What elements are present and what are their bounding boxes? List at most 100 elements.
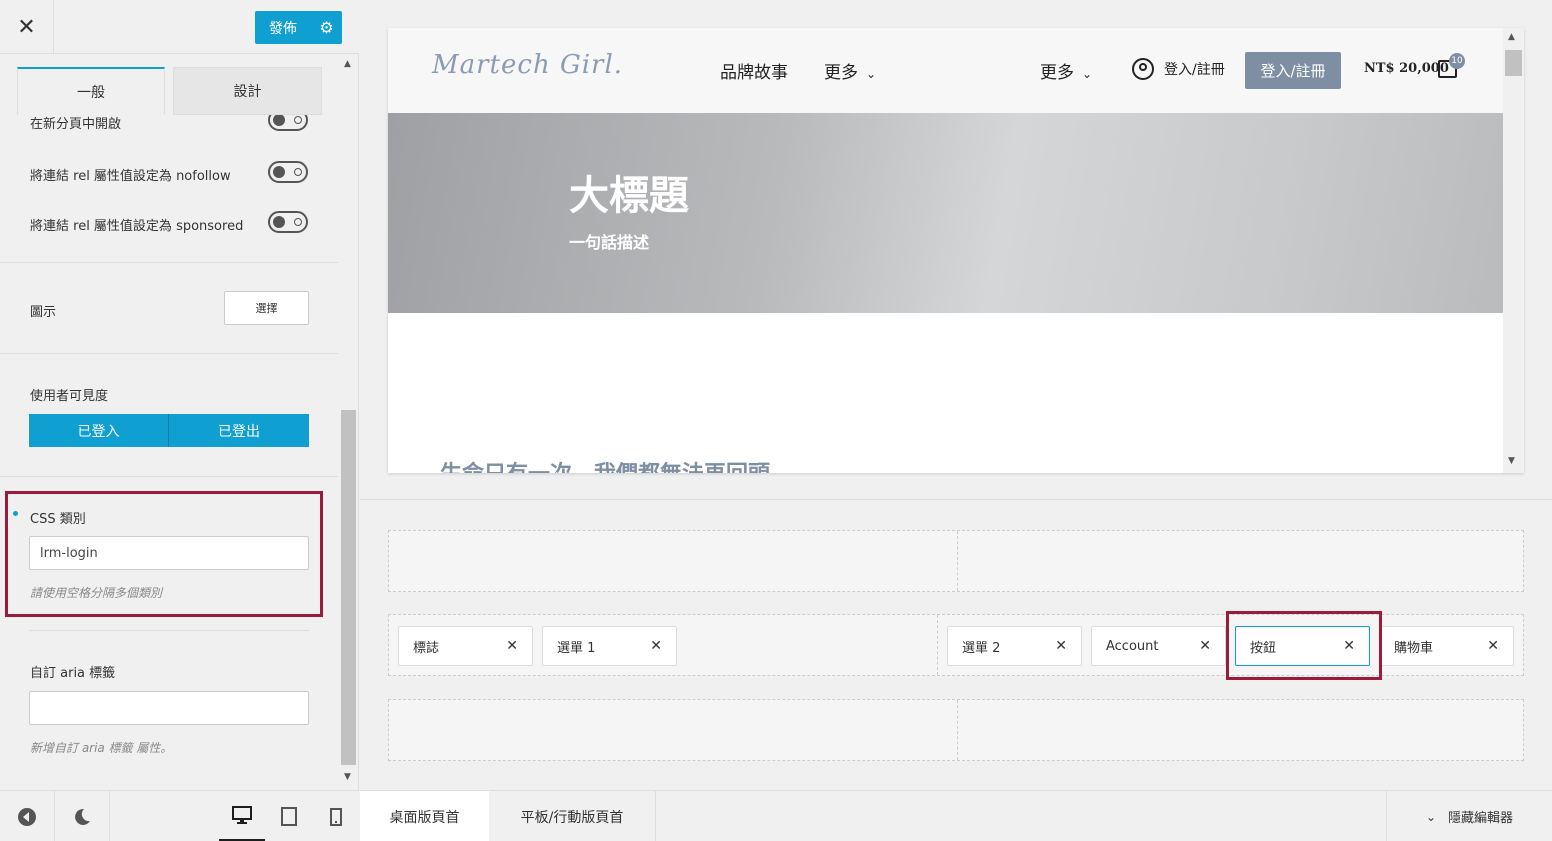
builder-column-divider [957,700,958,760]
hero-banner: 大標題 一句話描述 [388,113,1503,313]
icon-label: 圖示 [30,305,57,320]
remove-icon[interactable]: ✕ [650,638,662,654]
divider [0,353,338,354]
builder-column-divider [957,531,958,591]
sidebar-scroll-area: 在新分頁中開啟 將連結 rel 屬性值設定為 nofollow 將連結 rel … [0,115,338,787]
sidebar-header: ✕ 發佈 ⚙ [0,0,359,54]
tablet-icon[interactable] [266,791,312,841]
scroll-up-icon[interactable]: ▲ [344,59,351,69]
scrollbar-thumb[interactable] [341,410,356,765]
cart-total: NT$ 20,000 [1364,61,1449,76]
nav-item-label: 品牌故事 [720,63,788,83]
button-item-highlight [1226,611,1382,680]
customizer-sidebar: ✕ 發佈 ⚙ 一般 設計 在新分頁中開啟 將連結 rel 屬性值設定為 nofo… [0,0,359,841]
divider [0,476,338,477]
dark-mode-icon[interactable] [55,791,109,841]
builder-item-label: 購物車 [1394,640,1434,656]
nav-item-brand-story[interactable]: 品牌故事 [720,58,788,83]
css-class-label: CSS 類別 [30,512,86,527]
tab-desktop-header[interactable]: 桌面版頁首 [360,791,489,841]
tab-tablet-mobile-header[interactable]: 平板/行動版頁首 [489,791,656,841]
body-heading: 生命只有一次，我們都無法再回頭 [440,456,770,473]
publish-label: 發佈 [269,20,297,37]
builder-item-cart[interactable]: 購物車 ✕ [1379,626,1514,666]
mobile-icon[interactable] [313,791,359,841]
aria-label-hint: 新增自訂 aria 標籤 屬性。 [30,741,173,755]
toggle-knob [273,115,285,126]
hero-title: 大標題 [569,173,689,219]
account-link[interactable]: 登入/註冊 [1132,58,1225,80]
chevron-down-icon: ⌄ [1082,67,1093,81]
toggle-indicator [294,116,302,124]
scrollbar-thumb[interactable] [1505,50,1522,76]
account-link-label: 登入/註冊 [1164,62,1225,78]
close-icon[interactable]: ✕ [0,0,54,54]
new-tab-toggle[interactable] [268,115,308,131]
customizer-app: ✕ 發佈 ⚙ 一般 設計 在新分頁中開啟 將連結 rel 屬性值設定為 nofo… [0,0,1552,841]
builder-item-logo[interactable]: 標誌 ✕ [398,626,533,666]
builder-item-label: 選單 2 [962,640,1001,656]
cart-count-badge: 10 [1449,53,1465,69]
site-logo[interactable]: Martech Girl. [432,50,623,80]
toggle-indicator [294,218,302,226]
divider [0,262,338,263]
desktop-icon[interactable] [219,791,265,841]
builder-item-account[interactable]: Account ✕ [1091,626,1226,666]
aria-label-label: 自訂 aria 標籤 [30,666,116,681]
modified-indicator [13,511,18,516]
visibility-label: 使用者可見度 [30,389,109,404]
nav-item-label: 更多 [1040,63,1074,83]
css-class-input[interactable]: lrm-login [29,536,309,570]
remove-icon[interactable]: ✕ [1199,638,1211,654]
visibility-logged-out-button[interactable]: 已登出 [169,414,309,447]
nav-item-more-1[interactable]: 更多 ⌄ [824,58,876,83]
scroll-up-icon[interactable]: ▲ [1508,32,1515,42]
login-button[interactable]: 登入/註冊 [1245,52,1341,89]
site-header: Martech Girl. 品牌故事 更多 ⌄ 更多 ⌄ 登入/註冊 登入/註冊 N… [388,28,1503,113]
toggle-knob [273,166,285,178]
nofollow-toggle[interactable] [268,161,308,183]
toggle-knob [273,216,285,228]
css-class-hint: 請使用空格分隔多個類別 [30,586,163,600]
builder-row-top[interactable] [388,530,1524,592]
sponsored-label: 將連結 rel 屬性值設定為 sponsored [30,219,244,234]
icon-select-button[interactable]: 選擇 [224,291,309,325]
site-preview-frame: Martech Girl. 品牌故事 更多 ⌄ 更多 ⌄ 登入/註冊 登入/註冊 N… [388,28,1524,473]
builder-row-bottom[interactable] [388,699,1524,761]
remove-icon[interactable]: ✕ [506,638,518,654]
toggle-indicator [294,168,302,176]
hide-editor-label: 隱藏編輯器 [1448,811,1514,826]
builder-item-label: Account [1106,638,1159,654]
builder-bottom-bar: 桌面版頁首 平板/行動版頁首 ⌄ 隱藏編輯器 [360,790,1552,841]
scroll-down-icon[interactable]: ▼ [1508,456,1515,466]
user-icon [1132,58,1154,80]
preview-scrollbar[interactable]: ▲ ▼ [1503,28,1524,473]
builder-column-divider [937,615,938,675]
builder-item-menu-1[interactable]: 選單 1 ✕ [542,626,677,666]
remove-icon[interactable]: ✕ [1055,638,1067,654]
hero-subtitle: 一句話描述 [569,233,650,252]
preview-pane: Martech Girl. 品牌故事 更多 ⌄ 更多 ⌄ 登入/註冊 登入/註冊 N… [360,0,1552,500]
chevron-down-icon: ⌄ [866,67,877,81]
chevron-down-icon: ⌄ [1425,809,1437,824]
remove-icon[interactable]: ✕ [1487,638,1499,654]
sidebar-scrollbar[interactable]: ▲ ▼ [341,54,358,787]
new-tab-label: 在新分頁中開啟 [30,117,122,132]
tab-general[interactable]: 一般 [17,67,165,115]
builder-item-label: 選單 1 [557,640,596,656]
sidebar-footer [0,790,359,841]
sponsored-toggle[interactable] [268,211,308,233]
publish-button[interactable]: 發佈 ⚙ [255,11,342,44]
hide-editor-button[interactable]: ⌄ 隱藏編輯器 [1386,791,1552,841]
scroll-down-icon[interactable]: ▼ [344,772,351,782]
divider [109,791,110,841]
divider [29,630,309,631]
builder-item-label: 標誌 [413,640,440,656]
tab-design[interactable]: 設計 [173,67,322,115]
gear-icon[interactable]: ⚙ [311,18,342,37]
nav-item-more-2[interactable]: 更多 ⌄ [1040,58,1092,83]
visibility-logged-in-button[interactable]: 已登入 [29,414,169,447]
builder-item-menu-2[interactable]: 選單 2 ✕ [947,626,1082,666]
collapse-icon[interactable] [0,791,54,841]
aria-label-input[interactable] [29,691,309,725]
